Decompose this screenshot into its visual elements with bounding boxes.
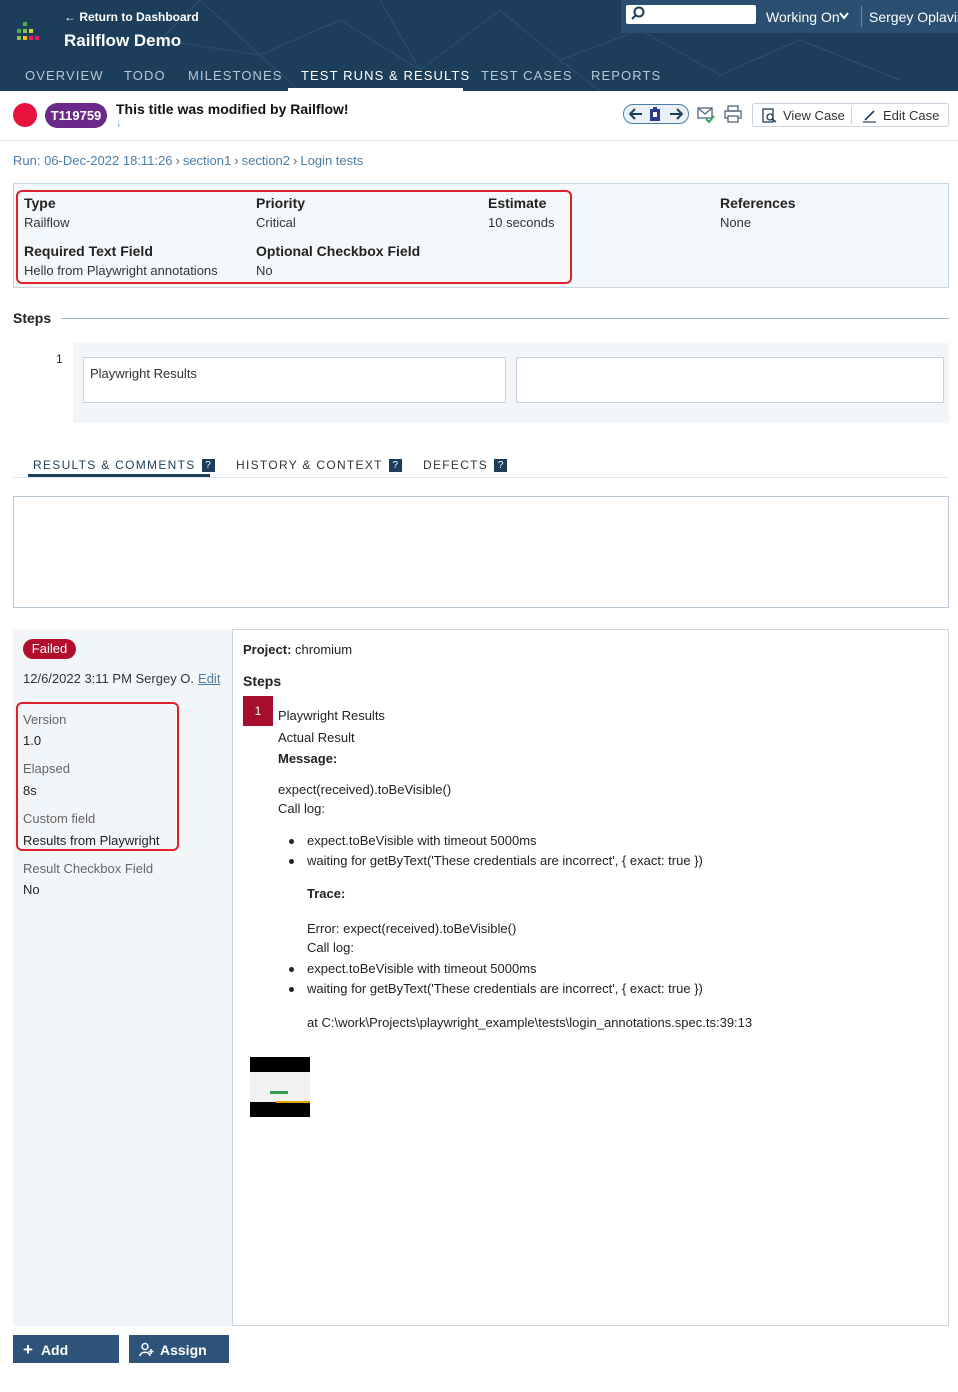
breadcrumb-run[interactable]: Run: 06-Dec-2022 18:11:26 bbox=[13, 153, 172, 168]
nav-test-cases[interactable]: TEST CASES bbox=[481, 68, 573, 83]
main-nav: OVERVIEW TODO MILESTONES TEST RUNS & RES… bbox=[0, 63, 958, 91]
breadcrumb-section2[interactable]: section2 bbox=[242, 153, 290, 168]
screenshot-thumbnail[interactable] bbox=[250, 1057, 310, 1117]
trace-label: Trace: bbox=[307, 886, 346, 901]
step-number: 1 bbox=[43, 343, 73, 373]
help-icon[interactable]: ? bbox=[388, 459, 402, 472]
assign-user-icon bbox=[139, 1342, 154, 1357]
printer-icon[interactable] bbox=[724, 105, 742, 123]
test-id-badge: T119759 bbox=[45, 103, 107, 128]
add-result-button[interactable]: + Add Result bbox=[13, 1335, 119, 1386]
result-project: Project: chromium bbox=[243, 642, 353, 657]
tab-history-context[interactable]: HISTORY & CONTEXT? bbox=[236, 458, 402, 472]
edit-result-link[interactable]: Edit bbox=[198, 671, 220, 686]
call-log-label: Call log: bbox=[278, 801, 325, 816]
breadcrumb-section3[interactable]: Login tests bbox=[300, 153, 363, 168]
result-step-number: 1 bbox=[243, 696, 273, 726]
edit-case-button[interactable]: Edit Case bbox=[883, 108, 939, 123]
chevron-down-icon[interactable] bbox=[839, 12, 849, 20]
tab-results-comments[interactable]: RESULTS & COMMENTS? bbox=[33, 458, 215, 472]
result-step-content: Playwright Results bbox=[278, 708, 385, 723]
help-icon[interactable]: ? bbox=[201, 459, 215, 472]
help-icon[interactable]: ? bbox=[494, 459, 508, 472]
bullet bbox=[289, 839, 294, 844]
working-on-dropdown[interactable]: Working On bbox=[766, 9, 840, 25]
status-badge: Failed bbox=[23, 639, 76, 659]
view-case-button[interactable]: View Case bbox=[783, 108, 845, 123]
log-line-3: expect.toBeVisible with timeout 5000ms bbox=[307, 961, 537, 976]
arrow-left-icon[interactable] bbox=[629, 108, 643, 120]
pencil-icon[interactable] bbox=[862, 108, 877, 123]
view-case-icon[interactable] bbox=[762, 108, 777, 123]
user-menu[interactable]: Sergey Oplavin bbox=[869, 9, 958, 25]
breadcrumb: Run: 06-Dec-2022 18:11:26 › section1 › secti… bbox=[13, 153, 364, 168]
bullet bbox=[289, 859, 294, 864]
email-check-icon[interactable] bbox=[697, 105, 715, 123]
project-title[interactable]: Railflow Demo bbox=[64, 31, 181, 51]
breadcrumb-section1[interactable]: section1 bbox=[183, 153, 231, 168]
call-log-label-2: Call log: bbox=[307, 940, 354, 955]
error-line: Error: expect(received).toBeVisible() bbox=[307, 921, 517, 936]
log-line-4: waiting for getByText('These credentials… bbox=[307, 981, 703, 996]
bullet bbox=[289, 987, 294, 992]
search-icon[interactable] bbox=[630, 6, 646, 22]
active-nav-indicator bbox=[288, 88, 463, 91]
divider bbox=[0, 140, 958, 141]
test-title: This title was modified by Railflow! bbox=[116, 101, 349, 117]
tab-defects[interactable]: DEFECTS? bbox=[423, 458, 508, 472]
result-checkbox-label: Result Checkbox Field bbox=[23, 861, 154, 876]
stack-trace-line: at C:\work\Projects\playwright_example\t… bbox=[307, 1015, 753, 1030]
log-line-2: waiting for getByText('These credentials… bbox=[307, 853, 703, 868]
log-line-1: expect.toBeVisible with timeout 5000ms bbox=[307, 833, 537, 848]
highlight-annotation bbox=[16, 702, 179, 851]
comment-textarea[interactable] bbox=[13, 496, 949, 608]
references-value: None bbox=[720, 215, 752, 230]
button-divider bbox=[851, 107, 852, 124]
nav-reports[interactable]: REPORTS bbox=[591, 68, 661, 83]
app-header: ← Return to Dashboard Railflow Demo Work… bbox=[0, 0, 958, 91]
result-steps-heading: Steps bbox=[243, 673, 282, 689]
assign-to-button[interactable]: Assign To bbox=[129, 1335, 229, 1386]
message-label: Message: bbox=[278, 751, 338, 766]
tabs-divider bbox=[13, 477, 949, 478]
result-checkbox-value: No bbox=[23, 882, 40, 897]
test-status-indicator bbox=[13, 103, 37, 127]
step-content: Playwright Results bbox=[83, 357, 506, 403]
plus-icon: + bbox=[23, 1340, 33, 1359]
nav-test-runs[interactable]: TEST RUNS & RESULTS bbox=[301, 68, 470, 83]
arrow-down-icon: ↓ bbox=[116, 117, 122, 129]
bullet bbox=[289, 967, 294, 972]
actual-result-label: Actual Result bbox=[278, 730, 355, 745]
nav-overview[interactable]: OVERVIEW bbox=[25, 68, 104, 83]
clipboard-icon[interactable] bbox=[649, 107, 661, 121]
return-to-dashboard-link[interactable]: ← Return to Dashboard bbox=[64, 10, 199, 24]
topbar-divider bbox=[861, 6, 862, 27]
highlight-annotation bbox=[16, 190, 572, 284]
expect-line: expect(received).toBeVisible() bbox=[278, 782, 452, 797]
result-meta: 12/6/2022 3:11 PM Sergey O. Edit bbox=[23, 671, 221, 686]
references-label: References bbox=[720, 195, 796, 211]
steps-heading: Steps bbox=[13, 310, 52, 326]
nav-milestones[interactable]: MILESTONES bbox=[188, 68, 283, 83]
step-expected bbox=[516, 357, 944, 403]
arrow-right-icon[interactable] bbox=[669, 108, 683, 120]
steps-divider bbox=[61, 318, 949, 319]
app-logo[interactable] bbox=[17, 22, 39, 46]
test-navigation bbox=[623, 104, 689, 124]
case-actions: View Case Edit Case bbox=[752, 103, 949, 127]
nav-todo[interactable]: TODO bbox=[124, 68, 166, 83]
